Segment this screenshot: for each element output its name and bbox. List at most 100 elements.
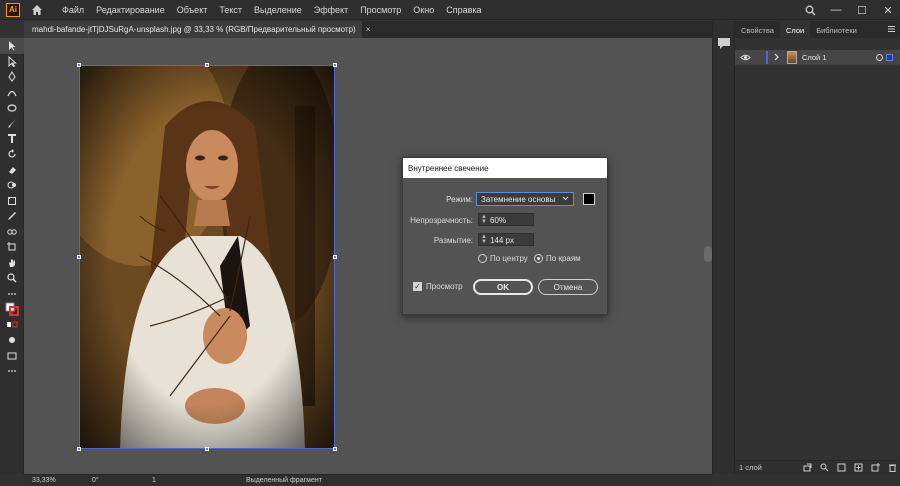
- layer-target-icon[interactable]: [876, 54, 883, 61]
- eyedropper-tool-icon[interactable]: [0, 209, 24, 225]
- more-tools-icon[interactable]: [0, 286, 24, 302]
- swap-colors-icon[interactable]: [0, 317, 24, 333]
- center-radio[interactable]: [478, 254, 487, 263]
- dialog-title: Внутреннее свечение: [403, 158, 607, 178]
- comment-icon[interactable]: [716, 36, 732, 50]
- expand-chevron-icon[interactable]: [773, 52, 781, 62]
- portrait-photo: [80, 66, 334, 448]
- center-label: По центру: [490, 254, 528, 263]
- curvature-tool-icon[interactable]: [0, 85, 24, 101]
- tab-libraries[interactable]: Библиотеки: [810, 21, 863, 38]
- artboard[interactable]: [79, 65, 335, 449]
- fill-stroke-icon[interactable]: [0, 302, 24, 318]
- clipping-mask-icon[interactable]: [837, 463, 846, 472]
- resize-handle[interactable]: [333, 63, 337, 67]
- edge-radio[interactable]: [534, 254, 543, 263]
- resize-handle[interactable]: [77, 63, 81, 67]
- menu-type[interactable]: Текст: [213, 5, 248, 15]
- resize-handle[interactable]: [205, 63, 209, 67]
- opacity-label: Непрозрачность:: [410, 216, 473, 225]
- cancel-button[interactable]: Отмена: [538, 279, 598, 295]
- menu-edit[interactable]: Редактирование: [90, 5, 171, 15]
- blend-mode-select[interactable]: Затемнение основы: [476, 192, 574, 206]
- minimize-button[interactable]: —: [828, 2, 844, 18]
- edit-toolbar-icon[interactable]: [0, 364, 24, 380]
- direct-selection-tool-icon[interactable]: [0, 54, 24, 70]
- search-icon[interactable]: [820, 463, 829, 472]
- resize-handle[interactable]: [333, 255, 337, 259]
- home-icon[interactable]: [30, 3, 44, 17]
- eraser-tool-icon[interactable]: [0, 162, 24, 178]
- layer-count: 1 слой: [739, 463, 762, 472]
- panel-tabs: Свойства Слои Библиотеки: [735, 21, 900, 38]
- rotation-value[interactable]: 0°: [92, 477, 99, 484]
- opacity-value: 60%: [490, 216, 507, 225]
- menu-window[interactable]: Окно: [407, 5, 440, 15]
- menu-file[interactable]: Файл: [56, 5, 90, 15]
- layer-row[interactable]: Слой 1: [735, 50, 900, 65]
- menu-object[interactable]: Объект: [171, 5, 214, 15]
- main-menu: Файл Редактирование Объект Текст Выделен…: [56, 5, 488, 15]
- paintbrush-tool-icon[interactable]: [0, 116, 24, 132]
- resize-handle[interactable]: [77, 447, 81, 451]
- trash-icon[interactable]: [888, 463, 897, 472]
- selection-tool-icon[interactable]: [0, 38, 24, 54]
- artboard-number[interactable]: 1: [152, 477, 156, 484]
- layer-selection-indicator[interactable]: [886, 54, 893, 61]
- ok-button[interactable]: OK: [473, 279, 533, 295]
- resize-handle[interactable]: [205, 447, 209, 451]
- export-icon[interactable]: [803, 463, 812, 472]
- opacity-field[interactable]: ▲ ▼ 60%: [478, 213, 534, 226]
- new-sublayer-icon[interactable]: [854, 463, 863, 472]
- zoom-level[interactable]: 33,33%: [32, 477, 56, 484]
- menu-select[interactable]: Выделение: [248, 5, 308, 15]
- artboard-tool-icon[interactable]: [0, 240, 24, 256]
- illustrator-logo: Ai: [6, 2, 20, 17]
- document-tab-title: mahdi-bafande-jtTjDJSuRgA-unsplash.jpg @…: [32, 25, 356, 34]
- tab-close-icon[interactable]: ×: [366, 25, 371, 34]
- tab-layers[interactable]: Слои: [779, 21, 811, 38]
- blur-field[interactable]: ▲ ▼ 144 px: [478, 233, 534, 246]
- stepper-icon[interactable]: ▲ ▼: [481, 234, 487, 245]
- tab-properties[interactable]: Свойства: [735, 21, 780, 38]
- menu-help[interactable]: Справка: [440, 5, 487, 15]
- document-tab[interactable]: mahdi-bafande-jtTjDJSuRgA-unsplash.jpg @…: [24, 21, 370, 38]
- tool-status[interactable]: Выделенный фрагмент: [246, 477, 322, 484]
- zoom-tool-icon[interactable]: [0, 271, 24, 287]
- menu-effect[interactable]: Эффект: [308, 5, 354, 15]
- screen-mode-icon[interactable]: [0, 348, 24, 364]
- layer-thumbnail: [787, 51, 797, 64]
- draw-mode-icon[interactable]: [0, 333, 24, 349]
- glow-color-swatch[interactable]: [583, 193, 595, 205]
- blur-value: 144 px: [490, 236, 515, 245]
- ellipse-tool-icon[interactable]: [0, 100, 24, 116]
- tools-panel: [0, 38, 24, 474]
- shape-builder-tool-icon[interactable]: [0, 178, 24, 194]
- free-transform-tool-icon[interactable]: [0, 193, 24, 209]
- vertical-scrollbar[interactable]: [704, 246, 712, 262]
- close-window-button[interactable]: ✕: [880, 2, 896, 18]
- search-icon[interactable]: [802, 2, 818, 18]
- visibility-eye-icon[interactable]: [740, 52, 751, 63]
- stepper-icon[interactable]: ▲ ▼: [481, 214, 487, 225]
- pen-tool-icon[interactable]: [0, 69, 24, 85]
- rotate-tool-icon[interactable]: [0, 147, 24, 163]
- resize-handle[interactable]: [333, 447, 337, 451]
- edge-label: По краям: [546, 254, 581, 263]
- layer-color-bar: [766, 51, 768, 64]
- type-tool-icon[interactable]: [0, 131, 24, 147]
- resize-handle[interactable]: [77, 255, 81, 259]
- layer-name[interactable]: Слой 1: [802, 53, 827, 62]
- menu-view[interactable]: Просмотр: [354, 5, 407, 15]
- maximize-button[interactable]: ☐: [854, 2, 870, 18]
- document-tab-bar: mahdi-bafande-jtTjDJSuRgA-unsplash.jpg @…: [24, 21, 712, 38]
- preview-checkbox[interactable]: ✓: [413, 282, 422, 291]
- blend-tool-icon[interactable]: [0, 224, 24, 240]
- preview-label: Просмотр: [426, 282, 463, 291]
- blend-mode-value: Затемнение основы: [481, 195, 556, 204]
- new-layer-icon[interactable]: [871, 463, 880, 472]
- chevron-down-icon: [562, 194, 569, 204]
- panel-menu-icon[interactable]: [887, 25, 896, 35]
- canvas[interactable]: [24, 38, 712, 474]
- hand-tool-icon[interactable]: [0, 255, 24, 271]
